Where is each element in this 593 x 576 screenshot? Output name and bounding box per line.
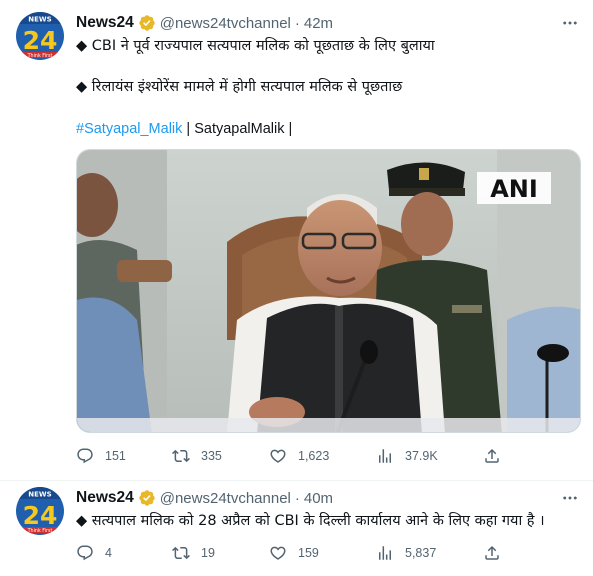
avatar[interactable]: NEWS 24 Think First: [16, 487, 64, 535]
avatar[interactable]: NEWS 24 Think First: [16, 12, 64, 60]
like-button[interactable]: 1,623: [269, 446, 329, 466]
retweet-button[interactable]: 19: [172, 543, 215, 563]
avatar-number: 24: [23, 501, 58, 530]
tweet-image[interactable]: ANI: [76, 149, 581, 433]
reply-button[interactable]: 151: [76, 446, 126, 466]
like-icon: [269, 447, 287, 465]
author-name[interactable]: News24: [76, 489, 134, 507]
tweet-text-line: ◆ CBI ने पूर्व राज्यपाल सत्यपाल मलिक को …: [76, 38, 435, 54]
retweet-button[interactable]: 335: [172, 446, 222, 466]
view-count: 37.9K: [405, 449, 438, 463]
like-button[interactable]: 159: [269, 543, 319, 563]
views-icon: [376, 447, 394, 465]
tweet-text-line: ◆ सत्यपाल मलिक को 28 अप्रैल को CBI के दि…: [76, 513, 545, 529]
verified-badge-icon: [138, 489, 156, 507]
avatar-number: 24: [23, 26, 58, 55]
retweet-count: 335: [201, 449, 222, 463]
views-button[interactable]: 5,837: [376, 543, 436, 563]
reply-count: 4: [105, 546, 112, 560]
share-button[interactable]: [483, 446, 501, 466]
more-options-icon: [561, 489, 579, 507]
tweet-header: News24 @news24tvchannel · 40m: [76, 488, 333, 508]
more-options-button[interactable]: [559, 13, 581, 33]
ani-watermark: ANI: [490, 175, 538, 203]
separator-dot: ·: [294, 489, 300, 507]
hashtag-link[interactable]: #Satyapal_Malik: [76, 121, 182, 137]
press-conference-photo: ANI: [77, 150, 580, 432]
avatar-tagline: Think First: [27, 528, 53, 534]
author-handle[interactable]: @news24tvchannel: [160, 15, 291, 32]
timestamp[interactable]: 42m: [304, 15, 333, 32]
more-options-icon: [561, 14, 579, 32]
tweet-1[interactable]: NEWS 24 Think First News24 @news24tvchan…: [0, 0, 593, 481]
share-icon: [483, 447, 501, 465]
share-button[interactable]: [483, 543, 501, 563]
avatar-news-label: NEWS: [28, 491, 51, 499]
tweet-actions: 4 19 159 5,837: [76, 543, 516, 563]
tweet-header: News24 @news24tvchannel · 42m: [76, 13, 333, 33]
avatar-tagline: Think First: [27, 53, 53, 59]
reply-icon: [76, 544, 94, 562]
timestamp[interactable]: 40m: [304, 490, 333, 507]
like-count: 159: [298, 546, 319, 560]
retweet-icon: [172, 447, 190, 465]
separator-dot: ·: [294, 14, 300, 32]
view-count: 5,837: [405, 546, 437, 560]
tweet-2[interactable]: NEWS 24 Think First News24 @news24tvchan…: [0, 481, 593, 576]
avatar-news-label: NEWS: [28, 16, 51, 24]
tweet-text-line: ◆ रिलायंस इंश्योरेंस मामले में होगी सत्य…: [76, 79, 403, 95]
like-count: 1,623: [298, 449, 330, 463]
author-name[interactable]: News24: [76, 14, 134, 32]
views-icon: [376, 544, 394, 562]
retweet-icon: [172, 544, 190, 562]
like-icon: [269, 544, 287, 562]
tweet-actions: 151 335 1,623 37.9K: [76, 446, 516, 466]
share-icon: [483, 544, 501, 562]
views-button[interactable]: 37.9K: [376, 446, 438, 466]
reply-count: 151: [105, 449, 126, 463]
reply-button[interactable]: 4: [76, 543, 112, 563]
author-handle[interactable]: @news24tvchannel: [160, 490, 291, 507]
tag-text: | SatyapalMalik |: [182, 121, 293, 137]
more-options-button[interactable]: [559, 488, 581, 508]
reply-icon: [76, 447, 94, 465]
verified-badge-icon: [138, 14, 156, 32]
tweet-tags: #Satyapal_Malik | SatyapalMalik |: [76, 119, 292, 139]
retweet-count: 19: [201, 546, 215, 560]
